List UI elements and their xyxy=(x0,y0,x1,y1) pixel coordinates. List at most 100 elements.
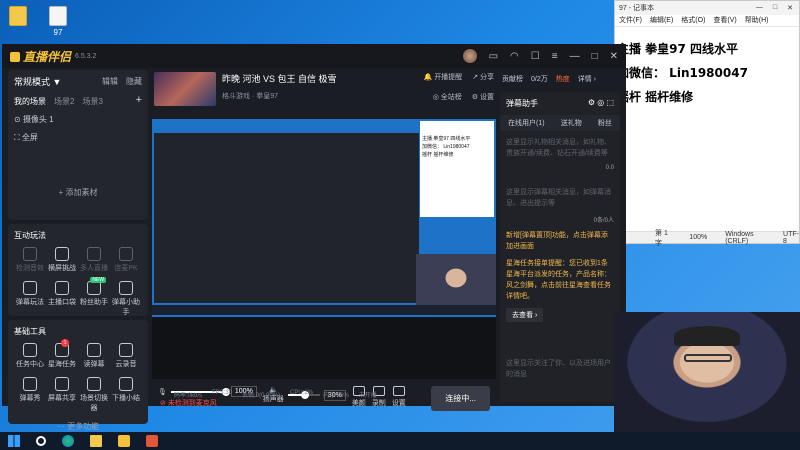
edge-icon[interactable] xyxy=(62,435,74,447)
danmaku-title: 弹幕助手 xyxy=(506,99,538,108)
contribution-rank[interactable]: 贡献榜 xyxy=(502,74,523,84)
tab-online-users[interactable]: 在线用户(1) xyxy=(508,118,545,128)
start-live-button[interactable]: 连接中... xyxy=(431,386,490,411)
tool-multi-live[interactable]: 多人直播 xyxy=(78,247,110,273)
pin-danmaku-notice[interactable]: 新增[弹幕置顶]功能，点击弹幕添加进画面 xyxy=(500,224,620,258)
share-button[interactable]: ↗ 分享 xyxy=(472,72,494,82)
maximize-icon[interactable]: □ xyxy=(773,4,777,12)
mic-icon[interactable]: 🎙 xyxy=(158,388,167,396)
app-icon[interactable] xyxy=(118,435,130,447)
tool-danmaku-play[interactable]: 弹幕玩法 xyxy=(14,281,46,317)
menu-view[interactable]: 查看(V) xyxy=(713,15,736,26)
app-titlebar: 直播伴侣 6.5.3.2 ▭ ◠ ☐ ≡ — □ ✕ xyxy=(2,44,626,68)
danmaku-settings-icon[interactable]: ⚙ ◎ ⬚ xyxy=(588,98,614,109)
scene-hide-button[interactable]: 隐藏 xyxy=(126,76,142,87)
notepad-window: 97 - 记事本 — □ ✕ 文件(F) 编辑(E) 格式(O) 查看(V) 帮… xyxy=(614,0,800,247)
pocket-icon xyxy=(55,281,69,295)
avatar-icon[interactable] xyxy=(462,49,477,63)
add-source-button[interactable]: + 添加素材 xyxy=(14,187,142,200)
close-icon[interactable]: ✕ xyxy=(787,4,793,12)
chat-icon[interactable]: ▭ xyxy=(489,51,498,62)
tool-cloud-record[interactable]: 云录音 xyxy=(110,343,142,369)
view-task-button[interactable]: 去查看 › xyxy=(506,308,544,322)
settings-button[interactable]: ⚙ 设置 xyxy=(472,92,494,102)
notepad-line: 主播 拳皇97 四线水平 xyxy=(617,42,739,56)
danmaku-panel: 弹幕助手 ⚙ ◎ ⬚ 在线用户(1) 送礼物 粉丝 这里显示礼物相关消息，如礼物… xyxy=(500,92,620,402)
tab-scene-2[interactable]: 场景2 xyxy=(54,96,74,107)
source-label: 全屏 xyxy=(21,133,38,142)
tool-task-center[interactable]: 任务中心 xyxy=(14,343,46,369)
search-icon[interactable] xyxy=(36,436,46,446)
source-fullscreen[interactable]: ⛶ 全屏 xyxy=(14,132,142,143)
rank-button[interactable]: ◎ 全站榜 xyxy=(433,92,462,102)
tool-xinghai[interactable]: 1 星海任务 xyxy=(46,339,78,369)
tab-fans[interactable]: 粉丝 xyxy=(598,118,612,128)
preview-line: 主播 拳皇97 四线水平 xyxy=(422,136,471,142)
stream-header: 昨晚 河池 VS 包王 自信 极雪 格斗游戏 · 拳皇97 🔔 开播提醒 ↗ 分… xyxy=(150,68,498,112)
stream-title[interactable]: 昨晚 河池 VS 包王 自信 极雪 xyxy=(222,72,337,85)
tool-danmaku-helper[interactable]: 弹幕小助手 xyxy=(110,281,142,317)
menu-help[interactable]: 帮助(H) xyxy=(745,15,769,26)
live-companion-icon[interactable] xyxy=(146,435,158,447)
tool-label: 多人直播 xyxy=(80,265,108,272)
read-icon xyxy=(87,343,101,357)
menu-icon[interactable]: ≡ xyxy=(552,51,558,62)
count-badge: 1 xyxy=(61,339,69,347)
tool-label: 星海任务 xyxy=(48,361,76,368)
tool-pocket[interactable]: 主播口袋 xyxy=(46,281,78,317)
tool-challenge[interactable]: 横屏挑战 xyxy=(46,247,78,273)
tool-label: 检测音效 xyxy=(16,265,44,272)
left-sidebar: 常规模式 ▼ 辑辑 隐藏 我的场景 场景2 场景3 + ⊙ 摄像头 1 ⛶ 全屏… xyxy=(8,70,148,431)
remind-label: 开播提醒 xyxy=(434,74,463,81)
notepad-text-area[interactable]: 主播 拳皇97 四线水平 加微信： Lin1980047 摇杆 摇杆维修 xyxy=(615,27,799,109)
tab-scene-3[interactable]: 场景3 xyxy=(82,96,102,107)
more-functions-button[interactable]: ⋯ 更多功能 xyxy=(14,421,142,432)
tab-my-scene[interactable]: 我的场景 xyxy=(14,96,46,107)
tool-summary[interactable]: 下播小结 xyxy=(110,377,142,413)
ctl-label: 设置 xyxy=(391,400,406,407)
tab-gifts[interactable]: 送礼物 xyxy=(561,118,582,128)
desktop-file-icon[interactable] xyxy=(4,6,32,28)
notepad-statusbar: 第 1 字 100% Windows (CRLF) UTF-8 xyxy=(615,230,799,247)
headset-icon[interactable]: ◠ xyxy=(510,51,519,62)
section-title: 互动玩法 xyxy=(14,231,46,240)
menu-file[interactable]: 文件(F) xyxy=(619,15,642,26)
desktop-doc-97[interactable]: 97 xyxy=(44,6,72,37)
menu-edit[interactable]: 编辑(E) xyxy=(650,15,673,26)
tool-sound-check[interactable]: 检测音效 xyxy=(14,247,46,273)
tool-read-danmaku[interactable]: 读弹幕 xyxy=(78,343,110,369)
stream-category[interactable]: 格斗游戏 · 拳皇97 xyxy=(222,91,337,101)
tool-screen-share[interactable]: 屏幕共享 xyxy=(46,377,78,413)
stat-memory: 内存:36% xyxy=(323,393,349,399)
tool-label: 读弹幕 xyxy=(83,361,105,368)
stream-cover[interactable] xyxy=(154,72,216,106)
preview-taskbar xyxy=(152,305,496,315)
switch-icon xyxy=(87,377,101,391)
minimize-icon[interactable]: — xyxy=(570,51,580,62)
scene-edit-button[interactable]: 辑辑 xyxy=(102,76,118,87)
minimize-icon[interactable]: — xyxy=(756,4,763,12)
stat-live-status: 未开播 xyxy=(358,393,377,399)
tool-label: 横屏挑战 xyxy=(48,265,76,272)
source-camera[interactable]: ⊙ 摄像头 1 xyxy=(14,114,142,125)
add-scene-button[interactable]: + xyxy=(136,95,142,107)
maximize-icon[interactable]: □ xyxy=(592,51,598,62)
scene-mode-dropdown[interactable]: 常规模式 ▼ xyxy=(14,75,61,88)
live-preview[interactable]: 主播 拳皇97 四线水平 加微信： Lin1980047 摇杆 摇杆维修 xyxy=(152,119,496,379)
show-icon xyxy=(23,377,37,391)
remind-button[interactable]: 🔔 开播提醒 xyxy=(424,72,463,82)
notepad-menubar: 文件(F) 编辑(E) 格式(O) 查看(V) 帮助(H) xyxy=(615,15,799,27)
tool-scene-switcher[interactable]: 场景切换器 xyxy=(78,377,110,413)
close-icon[interactable]: ✕ xyxy=(610,51,618,62)
tool-pk[interactable]: 连麦PK xyxy=(110,247,142,273)
shield-icon xyxy=(55,247,69,261)
tool-fans-helper[interactable]: NEW 粉丝助手 xyxy=(78,277,110,317)
details-link[interactable]: 详情 › xyxy=(578,74,596,84)
folder-icon[interactable] xyxy=(90,435,102,447)
feedback-icon[interactable]: ☐ xyxy=(531,51,540,62)
tool-danmaku-show[interactable]: 弹幕秀 xyxy=(14,377,46,413)
windows-start-icon[interactable] xyxy=(8,435,20,447)
menu-format[interactable]: 格式(O) xyxy=(681,15,705,26)
settings-button[interactable]: 设置 xyxy=(392,386,406,408)
status-zoom: 100% xyxy=(689,234,708,241)
